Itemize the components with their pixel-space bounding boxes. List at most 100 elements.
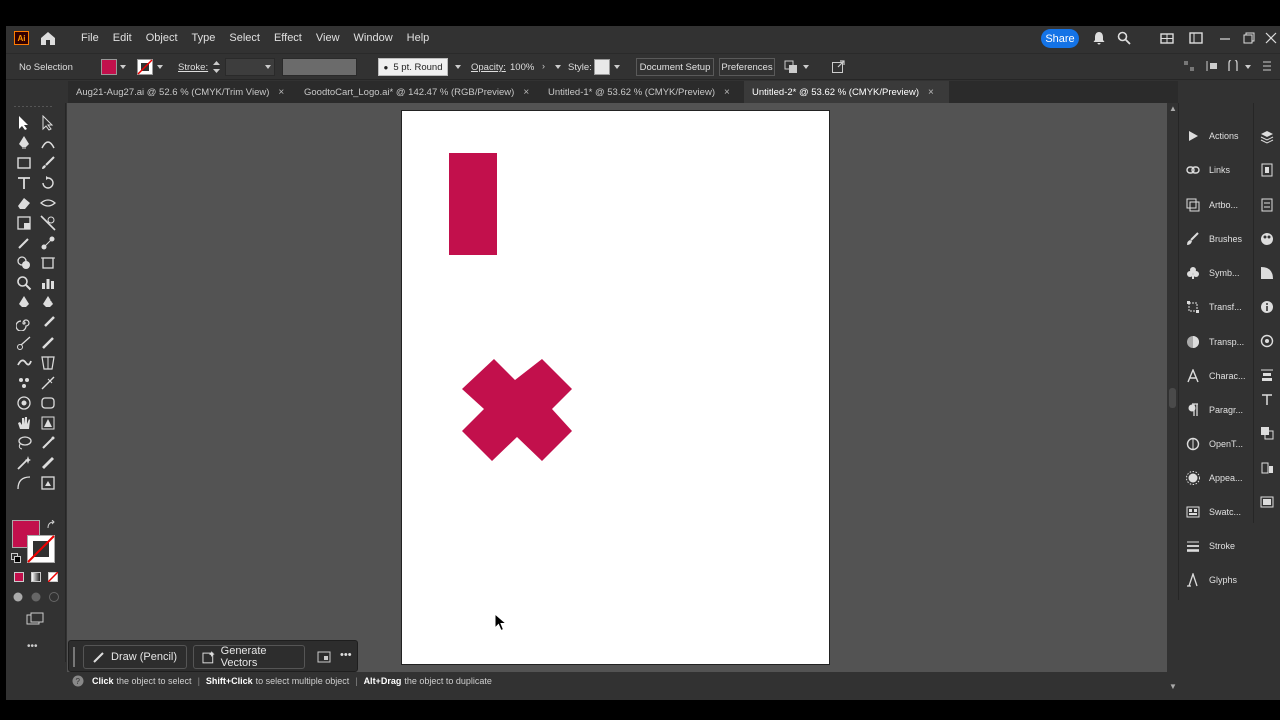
panel-paragraph[interactable]: Paragr... bbox=[1179, 393, 1253, 427]
arrange-documents-icon[interactable] bbox=[1160, 31, 1174, 45]
draw-pencil-button[interactable]: Draw (Pencil) bbox=[83, 645, 187, 669]
scissors-tool-icon[interactable] bbox=[16, 335, 32, 351]
canvas-area[interactable] bbox=[67, 103, 1167, 672]
pen-tool-icon[interactable] bbox=[16, 135, 32, 151]
arrange-panel-icon[interactable] bbox=[1260, 461, 1274, 475]
tab-untitled-1[interactable]: Untitled-1* @ 53.62 % (CMYK/Preview) × bbox=[540, 81, 744, 103]
zoom-tool-icon[interactable] bbox=[16, 275, 32, 291]
tab-aug21-aug27[interactable]: Aug21-Aug27.ai @ 52.6 % (CMYK/Trim View)… bbox=[68, 81, 296, 103]
variable-width-profile[interactable] bbox=[282, 58, 357, 76]
layers-icon[interactable] bbox=[1260, 130, 1274, 144]
task-bar-options-icon[interactable] bbox=[317, 650, 331, 664]
color-panel-icon[interactable] bbox=[1260, 232, 1274, 246]
spiral-tool-icon[interactable] bbox=[16, 315, 32, 331]
menu-type[interactable]: Type bbox=[185, 32, 223, 44]
libraries-icon[interactable] bbox=[1260, 163, 1274, 177]
fill-dropdown-icon[interactable] bbox=[120, 65, 126, 69]
close-tab-icon[interactable]: × bbox=[523, 87, 529, 98]
paintbrush-tool-icon[interactable] bbox=[40, 155, 56, 171]
stroke-weight-dropdown-icon[interactable] bbox=[265, 65, 271, 69]
screen-mode-icon[interactable] bbox=[26, 612, 44, 626]
menu-help[interactable]: Help bbox=[400, 32, 437, 44]
close-tab-icon[interactable]: × bbox=[724, 87, 730, 98]
red-rectangle-shape[interactable] bbox=[449, 153, 497, 255]
magic-wand-tool-icon[interactable] bbox=[16, 455, 32, 471]
isolate-dropdown-icon[interactable] bbox=[1245, 65, 1251, 69]
draw-normal-icon[interactable] bbox=[12, 591, 24, 603]
direct-selection-tool-icon[interactable] bbox=[40, 115, 56, 131]
curvature-tool-icon[interactable] bbox=[40, 135, 56, 151]
default-fill-stroke-icon[interactable] bbox=[11, 553, 21, 563]
style-dropdown-icon[interactable] bbox=[614, 65, 620, 69]
search-icon[interactable] bbox=[1117, 31, 1131, 45]
stroke-color-box[interactable] bbox=[27, 535, 55, 563]
panel-glyphs[interactable]: Glyphs bbox=[1179, 563, 1253, 597]
puppet-warp-tool-icon[interactable] bbox=[16, 355, 32, 371]
brush-dropdown-icon[interactable] bbox=[455, 65, 461, 69]
slice-tool-icon[interactable] bbox=[40, 455, 56, 471]
print-tiling-tool-icon[interactable] bbox=[40, 415, 56, 431]
type-on-path-icon[interactable] bbox=[1260, 392, 1274, 406]
close-window-icon[interactable] bbox=[1264, 31, 1278, 45]
panel-links[interactable]: Links bbox=[1179, 153, 1253, 187]
isolate-icon[interactable] bbox=[1227, 60, 1239, 72]
stroke-color-swatch[interactable] bbox=[137, 59, 153, 75]
menu-object[interactable]: Object bbox=[139, 32, 185, 44]
arrange-dropdown-icon[interactable] bbox=[803, 65, 809, 69]
tab-untitled-2[interactable]: Untitled-2* @ 53.62 % (CMYK/Preview) × bbox=[744, 81, 949, 103]
gradient-mode-button[interactable] bbox=[31, 572, 41, 582]
share-button[interactable]: Share bbox=[1041, 29, 1079, 48]
symbol-sprayer-tool-icon[interactable] bbox=[16, 375, 32, 391]
menu-file[interactable]: File bbox=[74, 32, 106, 44]
hand-tool-icon[interactable] bbox=[16, 415, 32, 431]
arc-tool-icon[interactable] bbox=[16, 475, 32, 491]
export-icon[interactable] bbox=[831, 59, 846, 74]
panel-brushes[interactable]: Brushes bbox=[1179, 222, 1253, 256]
opacity-field[interactable]: 100% bbox=[510, 62, 534, 73]
distribute-icon[interactable] bbox=[1206, 60, 1218, 72]
vertical-scrollbar[interactable]: ▲ ▼ bbox=[1167, 103, 1178, 695]
toolbar-grip-icon[interactable] bbox=[14, 105, 54, 108]
stroke-label[interactable]: Stroke: bbox=[178, 62, 208, 73]
minimize-icon[interactable] bbox=[1218, 31, 1232, 45]
color-guide-icon[interactable] bbox=[1260, 266, 1274, 280]
artboard[interactable] bbox=[401, 110, 830, 665]
rotate-tool-icon[interactable] bbox=[40, 175, 56, 191]
pencil-tool-icon[interactable] bbox=[40, 335, 56, 351]
add-anchor-point-tool-icon[interactable]: + bbox=[40, 295, 56, 311]
task-bar-grip-icon[interactable] bbox=[73, 647, 75, 667]
color-mode-button[interactable] bbox=[14, 572, 24, 582]
panel-transform[interactable]: Transf... bbox=[1179, 290, 1253, 324]
document-setup-button[interactable]: Document Setup bbox=[636, 58, 714, 76]
panel-opentype[interactable]: OpenT... bbox=[1179, 427, 1253, 461]
shape-builder-tool-icon[interactable] bbox=[40, 215, 56, 231]
selection-tool-icon[interactable] bbox=[16, 115, 32, 131]
info-icon[interactable] bbox=[1260, 300, 1274, 314]
panel-character[interactable]: Charac... bbox=[1179, 359, 1253, 393]
stroke-weight-stepper-icon[interactable] bbox=[212, 59, 221, 75]
close-tab-icon[interactable]: × bbox=[928, 87, 934, 98]
type-tool-icon[interactable] bbox=[16, 175, 32, 191]
blend-tool-icon[interactable] bbox=[40, 235, 56, 251]
none-mode-button[interactable] bbox=[48, 572, 58, 582]
brush-definition[interactable]: ● 5 pt. Round bbox=[378, 58, 448, 76]
red-x-shape[interactable] bbox=[462, 359, 572, 461]
eyedropper-tool-icon[interactable] bbox=[16, 235, 32, 251]
properties-icon[interactable] bbox=[1260, 198, 1274, 212]
opacity-label[interactable]: Opacity: bbox=[471, 62, 506, 73]
preferences-button[interactable]: Preferences bbox=[719, 58, 775, 76]
panel-transparency[interactable]: Transp... bbox=[1179, 325, 1253, 359]
blob-brush-tool-icon[interactable] bbox=[40, 315, 56, 331]
panel-appearance[interactable]: Appea... bbox=[1179, 461, 1253, 495]
panel-menu-icon[interactable] bbox=[1261, 59, 1273, 73]
draw-inside-icon[interactable] bbox=[48, 591, 60, 603]
column-graph-tool-icon[interactable] bbox=[40, 275, 56, 291]
align-icon[interactable] bbox=[1183, 60, 1195, 72]
generate-vectors-button[interactable]: Generate Vectors bbox=[193, 645, 305, 669]
menu-window[interactable]: Window bbox=[347, 32, 400, 44]
eraser-tool-icon[interactable] bbox=[16, 195, 32, 211]
asset-export-icon[interactable] bbox=[1260, 334, 1274, 348]
live-paint-bucket-tool-icon[interactable] bbox=[16, 255, 32, 271]
gradient-tool-icon[interactable] bbox=[16, 395, 32, 411]
panel-symbols[interactable]: Symb... bbox=[1179, 256, 1253, 290]
